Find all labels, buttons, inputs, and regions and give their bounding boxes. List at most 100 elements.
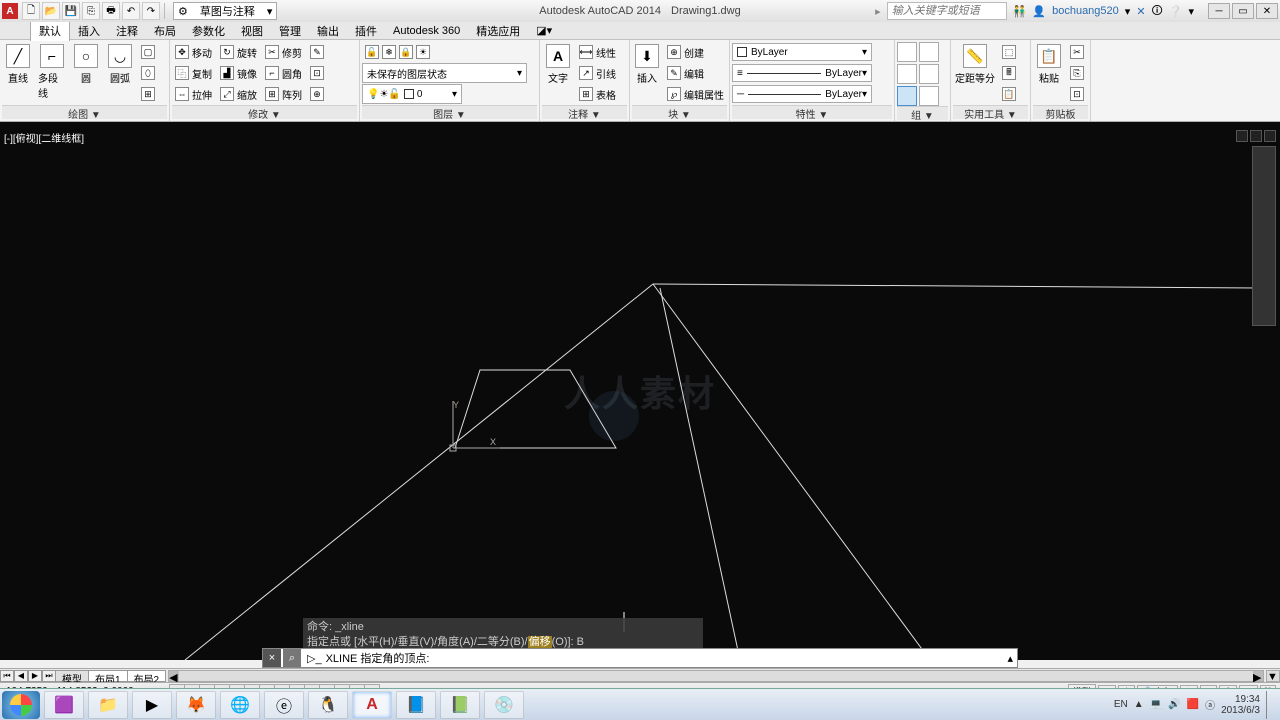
- horizontal-scrollbar[interactable]: ◀▶: [168, 670, 1264, 682]
- panel-groups-title[interactable]: 组 ▼: [897, 106, 948, 120]
- cut-icon[interactable]: ✂: [1067, 42, 1087, 62]
- rotate-button[interactable]: ↻旋转: [217, 42, 260, 62]
- qat-open-icon[interactable]: 📂: [42, 2, 60, 20]
- user-icon[interactable]: 👤: [1032, 5, 1046, 18]
- group5-icon[interactable]: [897, 86, 917, 106]
- stretch-button[interactable]: ⇔拉伸: [172, 84, 215, 104]
- tab-manage[interactable]: 管理: [271, 21, 309, 41]
- vp-close-icon[interactable]: [1264, 130, 1276, 142]
- viewport-label[interactable]: [-][俯视][二维线框]: [4, 130, 84, 145]
- tray-time[interactable]: 19:34: [1221, 694, 1260, 705]
- panel-props-title[interactable]: 特性 ▼: [732, 105, 892, 119]
- array-button[interactable]: ⊞阵列: [262, 84, 305, 104]
- tab-insert[interactable]: 插入: [70, 21, 108, 41]
- layout1-tab[interactable]: 布局1: [88, 670, 128, 682]
- tab-prev-icon[interactable]: ◀: [14, 670, 28, 682]
- tab-output[interactable]: 输出: [309, 21, 347, 41]
- layout2-tab[interactable]: 布局2: [127, 670, 167, 682]
- minimize-button[interactable]: ─: [1208, 3, 1230, 19]
- vscroll-down-icon[interactable]: ▼: [1266, 670, 1280, 682]
- stayconnected-icon[interactable]: 🛈: [1152, 2, 1163, 21]
- close-button[interactable]: ✕: [1256, 3, 1278, 19]
- tb-app3-icon[interactable]: 📗: [440, 691, 480, 719]
- qat-redo-icon[interactable]: ↷: [142, 2, 160, 20]
- tab-featured[interactable]: 精选应用: [468, 21, 528, 41]
- block-edit-button[interactable]: ✎编辑: [664, 63, 727, 83]
- util1-icon[interactable]: ⬚: [999, 42, 1019, 62]
- circle-button[interactable]: ○圆: [70, 42, 102, 87]
- tab-layout[interactable]: 布局: [146, 21, 184, 41]
- tab-annotate[interactable]: 注释: [108, 21, 146, 41]
- match-icon[interactable]: ⊡: [1067, 84, 1087, 104]
- tb-app1-icon[interactable]: 🟪: [44, 691, 84, 719]
- tray-flag-icon[interactable]: ▲: [1134, 699, 1144, 710]
- tray-date[interactable]: 2013/6/3: [1221, 705, 1260, 716]
- tab-first-icon[interactable]: ⏮: [0, 670, 14, 682]
- measure-button[interactable]: 📏定距等分: [953, 42, 997, 87]
- table-button[interactable]: ⊞表格: [576, 84, 619, 104]
- tb-app4-icon[interactable]: 💿: [484, 691, 524, 719]
- start-button[interactable]: [2, 691, 40, 719]
- tb-explorer-icon[interactable]: 📁: [88, 691, 128, 719]
- user-name[interactable]: bochuang520: [1052, 5, 1119, 17]
- tray-vol-icon[interactable]: 🔊: [1168, 699, 1180, 710]
- tb-autocad-icon[interactable]: A: [352, 691, 392, 719]
- panel-layer-title[interactable]: 图层 ▼: [362, 105, 537, 119]
- infocenter-icon[interactable]: 👬: [1013, 5, 1027, 18]
- layer-state-dropdown[interactable]: 未保存的图层状态▾: [362, 63, 527, 83]
- tb-chrome-icon[interactable]: 🌐: [220, 691, 260, 719]
- group6-icon[interactable]: [919, 86, 939, 106]
- tb-player-icon[interactable]: ▶: [132, 691, 172, 719]
- panel-modify-title[interactable]: 修改 ▼: [172, 105, 357, 119]
- tb-ie-icon[interactable]: ⓔ: [264, 691, 304, 719]
- nav-bar[interactable]: [1252, 146, 1276, 326]
- show-desktop-button[interactable]: [1266, 691, 1274, 719]
- tray-net-icon[interactable]: 💻: [1150, 699, 1162, 710]
- tab-next-icon[interactable]: ▶: [28, 670, 42, 682]
- ime-indicator[interactable]: EN: [1114, 699, 1128, 710]
- cmdline-history-icon[interactable]: ▴: [1007, 652, 1013, 665]
- group1-icon[interactable]: [897, 42, 917, 62]
- tab-plugins[interactable]: 插件: [347, 21, 385, 41]
- exchange-icon[interactable]: ✕: [1136, 5, 1145, 18]
- tab-parametric[interactable]: 参数化: [184, 21, 233, 41]
- group3-icon[interactable]: [897, 64, 917, 84]
- copy-button[interactable]: ⿻复制: [172, 63, 215, 83]
- move-button[interactable]: ✥移动: [172, 42, 215, 62]
- scale-button[interactable]: ⤢缩放: [217, 84, 260, 104]
- qat-print-icon[interactable]: 🖶: [102, 2, 120, 20]
- app-logo[interactable]: A: [2, 3, 18, 19]
- qat-save-icon[interactable]: 💾: [62, 2, 80, 20]
- color-dropdown[interactable]: ByLayer▾: [732, 43, 872, 61]
- drawing-area[interactable]: [-][俯视][二维线框] X Y 人人素材: [0, 122, 1280, 660]
- linear-dim-button[interactable]: ⟷线性: [576, 42, 619, 62]
- layer-t3-icon[interactable]: 🔒: [399, 45, 413, 59]
- cmdline-close-icon[interactable]: ×: [263, 649, 281, 667]
- block-attr-button[interactable]: ℘编辑属性: [664, 84, 727, 104]
- group4-icon[interactable]: [919, 64, 939, 84]
- tb-qq-icon[interactable]: 🐧: [308, 691, 348, 719]
- panel-draw-title[interactable]: 绘图 ▼: [2, 105, 167, 119]
- copy-clip-icon[interactable]: ⎘: [1067, 63, 1087, 83]
- workspace-dropdown[interactable]: ⚙草图与注释▾: [173, 2, 277, 20]
- tb-firefox-icon[interactable]: 🦊: [176, 691, 216, 719]
- help-icon[interactable]: ❔: [1169, 5, 1183, 18]
- layer-t1-icon[interactable]: 🔓: [365, 45, 379, 59]
- util2-icon[interactable]: 🖩: [999, 63, 1019, 83]
- tray-msg-icon[interactable]: 🟥: [1187, 699, 1199, 710]
- leader-button[interactable]: ↗引线: [576, 63, 619, 83]
- vp-min-icon[interactable]: [1236, 130, 1248, 142]
- mirror-button[interactable]: ▟镜像: [217, 63, 260, 83]
- tab-view[interactable]: 视图: [233, 21, 271, 41]
- draw-misc2-icon[interactable]: ⬯: [138, 63, 158, 83]
- arc-button[interactable]: ◡圆弧: [104, 42, 136, 87]
- model-canvas[interactable]: X Y: [0, 122, 1280, 660]
- group2-icon[interactable]: [919, 42, 939, 62]
- panel-annot-title[interactable]: 注释 ▼: [542, 105, 627, 119]
- ribbon-collapse-icon[interactable]: ◪▾: [536, 24, 552, 37]
- paste-button[interactable]: 📋粘贴: [1033, 42, 1065, 87]
- tray-a-icon[interactable]: ⓐ: [1205, 697, 1215, 712]
- restore-button[interactable]: ▭: [1232, 3, 1254, 19]
- help-search-input[interactable]: [887, 2, 1007, 20]
- qat-undo-icon[interactable]: ↶: [122, 2, 140, 20]
